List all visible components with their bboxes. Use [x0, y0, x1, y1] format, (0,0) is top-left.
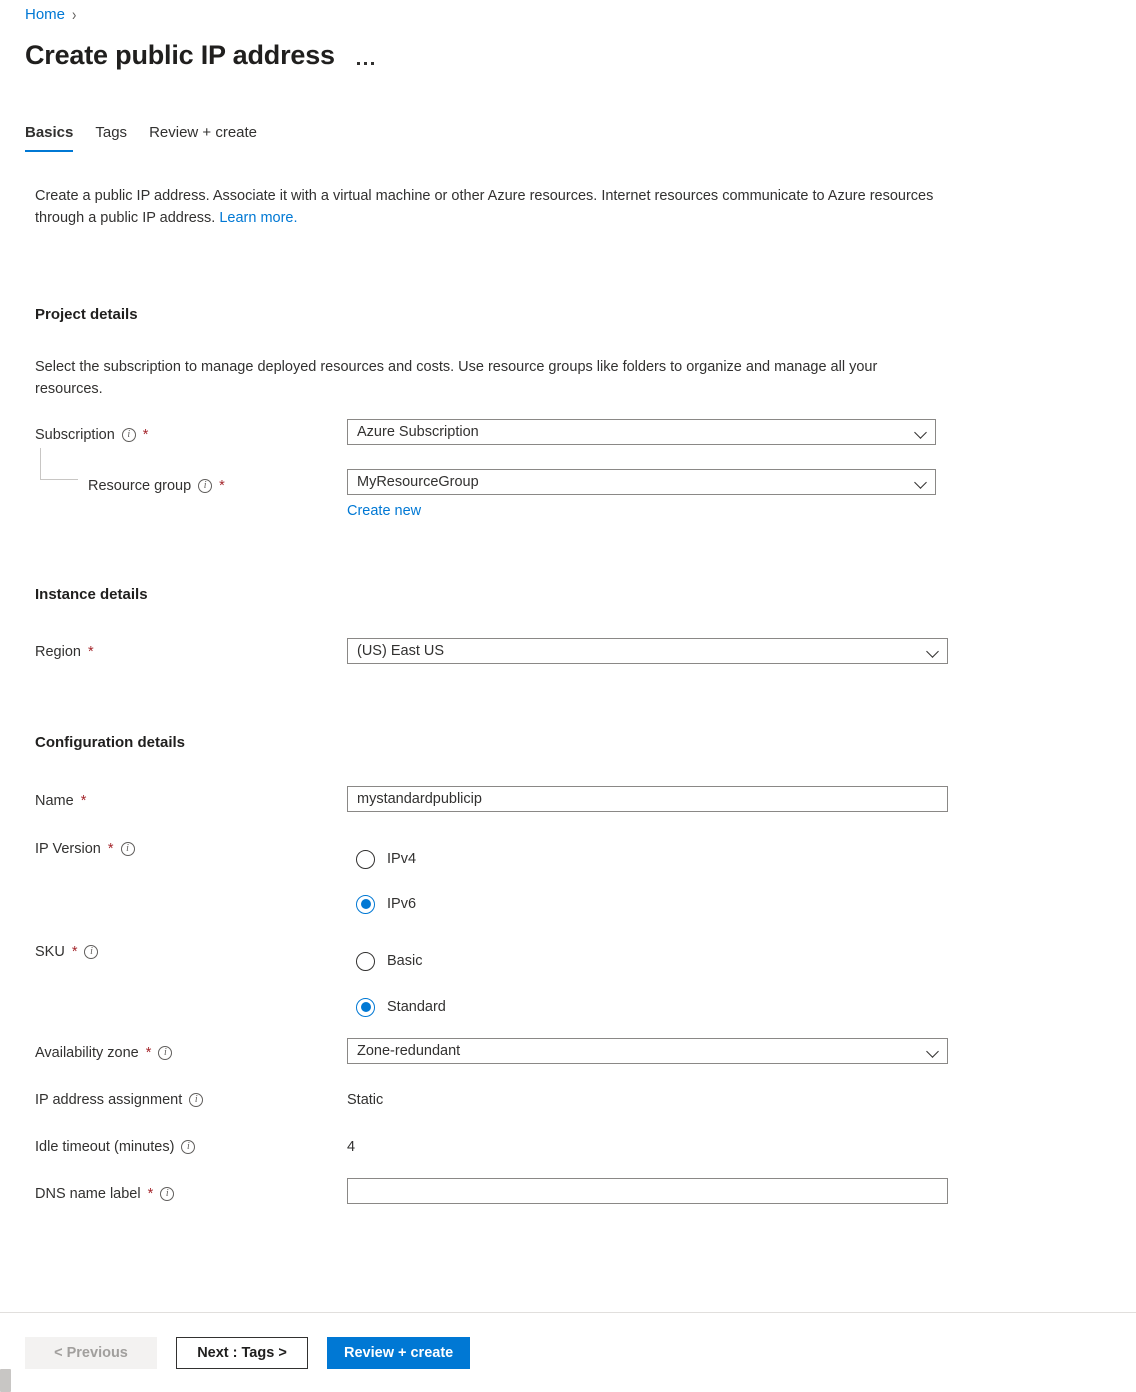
breadcrumb-home-link[interactable]: Home [25, 5, 65, 25]
availability-zone-label-text: Availability zone [35, 1045, 139, 1061]
info-icon[interactable]: i [121, 428, 136, 442]
radio-ipv6-indicator [356, 894, 375, 914]
dns-name-label-required-asterisk: * [147, 1186, 154, 1202]
next-tags-button[interactable]: Next : Tags > [176, 1337, 308, 1369]
info-icon[interactable]: i [84, 945, 99, 959]
dns-name-label-text: DNS name label [35, 1186, 141, 1202]
subscription-label: Subscription i * [35, 425, 148, 445]
ip-version-required-asterisk: * [107, 841, 114, 857]
more-options-icon[interactable] [356, 62, 374, 74]
name-input-value: mystandardpublicip [357, 791, 482, 807]
breadcrumb: Home › [25, 5, 76, 25]
resource-group-label-text: Resource group [88, 478, 192, 494]
dns-name-label-input[interactable] [347, 1178, 948, 1204]
region-label-text: Region [35, 644, 81, 660]
resource-group-label: Resource group i * [88, 476, 225, 496]
chevron-down-icon [927, 1045, 939, 1057]
radio-sku-standard[interactable]: Standard [356, 997, 446, 1017]
page-description-text: Create a public IP address. Associate it… [35, 188, 934, 226]
subscription-dropdown[interactable]: Azure Subscription [347, 419, 936, 445]
name-required-asterisk: * [80, 793, 87, 809]
name-label: Name * [35, 791, 86, 811]
radio-sku-standard-label: Standard [387, 999, 446, 1015]
info-icon[interactable]: i [181, 1140, 196, 1154]
radio-ipv4[interactable]: IPv4 [356, 849, 416, 869]
tab-tags[interactable]: Tags [95, 123, 149, 152]
radio-ipv6-label: IPv6 [387, 896, 417, 912]
project-details-description: Select the subscription to manage deploy… [35, 359, 878, 397]
region-label: Region * [35, 642, 94, 662]
ip-address-assignment-value: Static [347, 1092, 384, 1108]
chevron-down-icon [915, 426, 927, 438]
page-description: Create a public IP address. Associate it… [35, 185, 935, 229]
chevron-down-icon [927, 645, 939, 657]
title-row: Create public IP address [25, 36, 374, 74]
availability-zone-dropdown[interactable]: Zone-redundant [347, 1038, 948, 1064]
name-label-text: Name [35, 793, 74, 809]
tab-basics[interactable]: Basics [25, 123, 95, 152]
page-title: Create public IP address [25, 40, 335, 70]
sku-label: SKU * i [35, 942, 99, 962]
availability-zone-label: Availability zone * i [35, 1043, 173, 1063]
create-new-resource-group-link[interactable]: Create new [347, 501, 421, 521]
region-required-asterisk: * [87, 644, 94, 660]
region-value: (US) East US [357, 643, 445, 659]
resource-group-dropdown[interactable]: MyResourceGroup [347, 469, 936, 495]
resource-group-tree-connector [40, 448, 78, 480]
subscription-required-asterisk: * [142, 427, 149, 443]
section-heading-instance-details: Instance details [35, 586, 148, 603]
sku-required-asterisk: * [71, 944, 78, 960]
footer-divider [0, 1312, 1136, 1313]
resource-group-required-asterisk: * [219, 478, 225, 494]
availability-zone-required-asterisk: * [145, 1045, 152, 1061]
radio-sku-basic-label: Basic [387, 953, 423, 969]
create-public-ip-page: Home › Create public IP address Basics T… [0, 0, 1136, 1392]
tab-review-create[interactable]: Review + create [149, 123, 279, 152]
ip-address-assignment-label-text: IP address assignment [35, 1092, 183, 1108]
section-heading-project-details: Project details [35, 306, 138, 323]
region-dropdown[interactable]: (US) East US [347, 638, 948, 664]
chevron-down-icon [915, 476, 927, 488]
scrollbar-thumb[interactable] [0, 1369, 11, 1392]
name-input[interactable]: mystandardpublicip [347, 786, 948, 812]
radio-sku-standard-indicator [356, 997, 375, 1017]
learn-more-link[interactable]: Learn more. [219, 210, 297, 226]
subscription-value: Azure Subscription [357, 424, 479, 440]
info-icon[interactable]: i [120, 842, 135, 856]
subscription-label-text: Subscription [35, 427, 115, 443]
idle-timeout-value: 4 [347, 1139, 356, 1155]
footer-actions: < Previous Next : Tags > Review + create [25, 1337, 471, 1369]
resource-group-value: MyResourceGroup [357, 474, 479, 490]
breadcrumb-chevron-icon: › [72, 5, 77, 24]
info-icon[interactable]: i [158, 1046, 173, 1060]
radio-ipv6[interactable]: IPv6 [356, 894, 416, 914]
radio-sku-basic[interactable]: Basic [356, 951, 422, 971]
tab-bar: Basics Tags Review + create [25, 123, 279, 152]
review-create-button[interactable]: Review + create [327, 1337, 471, 1369]
idle-timeout-label-text: Idle timeout (minutes) [35, 1139, 175, 1155]
radio-ipv4-indicator [356, 849, 375, 869]
radio-sku-basic-indicator [356, 951, 375, 971]
info-icon[interactable]: i [189, 1093, 204, 1107]
sku-label-text: SKU [35, 944, 65, 960]
previous-button[interactable]: < Previous [25, 1337, 157, 1369]
availability-zone-value: Zone-redundant [357, 1043, 461, 1059]
ip-version-label-text: IP Version [35, 841, 101, 857]
info-icon[interactable]: i [160, 1187, 175, 1201]
ip-address-assignment-label: IP address assignment i [35, 1090, 204, 1110]
ip-version-label: IP Version * i [35, 839, 135, 859]
info-icon[interactable]: i [198, 479, 213, 493]
dns-name-label-label: DNS name label * i [35, 1184, 175, 1204]
radio-ipv4-label: IPv4 [387, 851, 417, 867]
section-heading-configuration-details: Configuration details [35, 734, 185, 751]
idle-timeout-label: Idle timeout (minutes) i [35, 1137, 196, 1157]
